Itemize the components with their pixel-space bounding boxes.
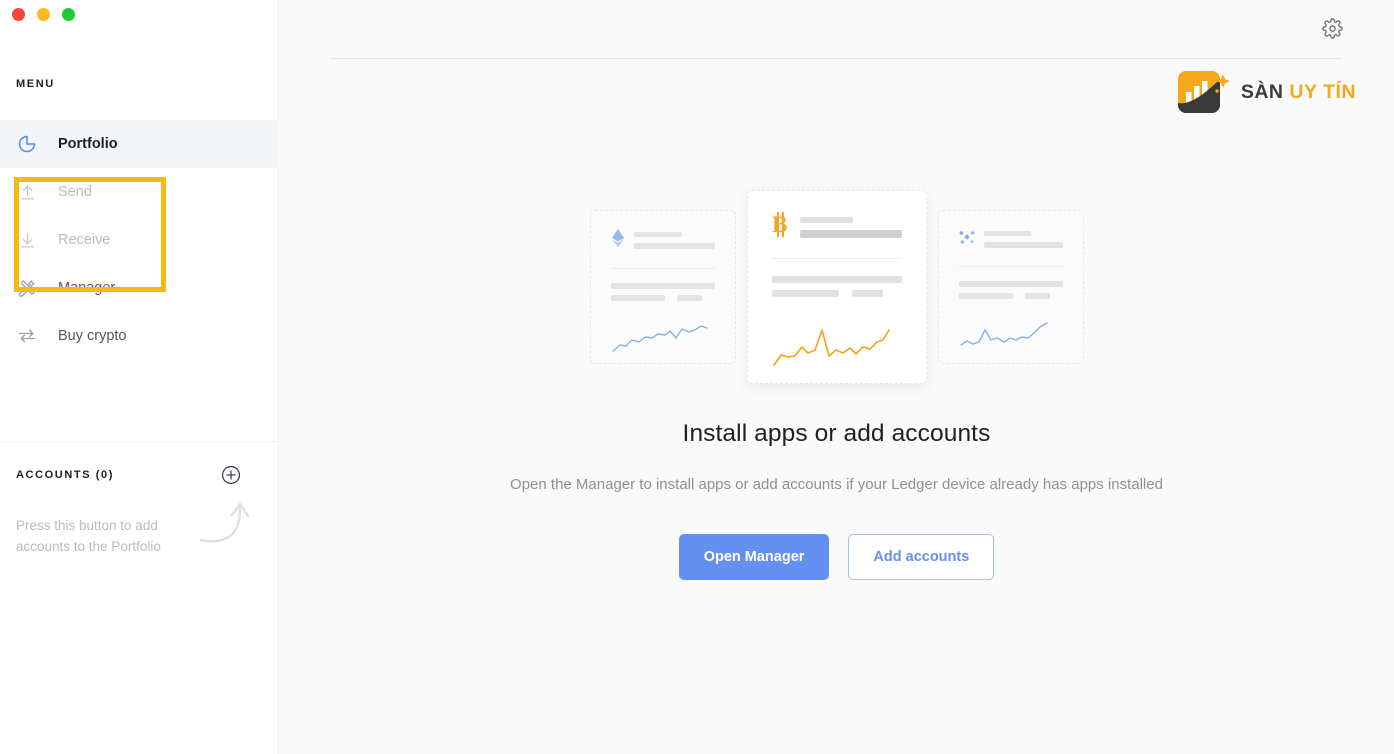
card-skeleton-body (771, 276, 902, 297)
ethereum-icon (611, 229, 625, 252)
brand-text: SÀN UY TÍN (1241, 81, 1356, 104)
plus-circle-icon[interactable] (220, 464, 242, 486)
card-header: B (772, 212, 902, 242)
brand-logo: SÀN UY TÍN (1177, 68, 1356, 116)
placeholder-card-ethereum (589, 210, 736, 364)
upload-arrow-icon (16, 181, 38, 203)
sidebar-divider (0, 441, 279, 442)
exchange-arrows-icon (16, 325, 38, 347)
card-skeleton-body (610, 283, 715, 301)
header-divider (330, 58, 1342, 59)
placeholder-cards: B (279, 190, 1394, 384)
placeholder-card-bitcoin: B (746, 190, 927, 384)
sidebar-item-label: Send (58, 184, 92, 200)
sidebar-item-receive[interactable]: Receive (0, 216, 279, 264)
sidebar: MENU Portfolio Send Receive Manager Buy … (0, 0, 279, 754)
add-accounts-button[interactable]: Add accounts (848, 534, 995, 580)
card-skeleton-body (958, 281, 1063, 299)
card-header (611, 229, 715, 252)
sidebar-item-label: Buy crypto (58, 328, 127, 344)
sidebar-item-label: Receive (58, 232, 111, 248)
page-title: Install apps or add accounts (682, 420, 991, 447)
empty-state-actions: Open Manager Add accounts (279, 534, 1394, 580)
pie-chart-icon (16, 133, 38, 155)
gear-icon[interactable] (1322, 18, 1343, 44)
minimize-button[interactable] (37, 8, 50, 21)
sidebar-item-label: Portfolio (58, 136, 118, 152)
card-header (959, 229, 1063, 250)
accounts-hint-text: Press this button to add accounts to the… (16, 518, 161, 554)
wrench-screwdriver-icon (16, 277, 38, 299)
accounts-label: ACCOUNTS (0) (16, 469, 115, 481)
window-controls (6, 8, 81, 21)
empty-state: Install apps or add accounts Open the Ma… (279, 420, 1394, 580)
sidebar-item-manager[interactable]: Manager (0, 264, 279, 312)
empty-state-description: Open the Manager to install apps or add … (510, 476, 1163, 493)
download-arrow-icon (16, 229, 38, 251)
main-content: SÀN UY TÍN B Install apps or add account… (279, 0, 1394, 754)
sidebar-nav: Portfolio Send Receive Manager Buy crypt… (0, 120, 279, 360)
svg-text:B: B (772, 212, 787, 237)
brand-text-accent: UY TÍN (1289, 80, 1356, 103)
curved-arrow-icon (198, 492, 260, 555)
placeholder-card-cosmos (937, 210, 1084, 364)
card-sparkline (959, 313, 1063, 358)
bar-chart-logo-icon (1177, 68, 1232, 116)
brand-text-primary: SÀN (1240, 80, 1284, 103)
cosmos-atom-icon (959, 229, 975, 250)
sidebar-item-send[interactable]: Send (0, 168, 279, 216)
bitcoin-icon: B (772, 212, 791, 242)
card-divider (958, 266, 1063, 267)
ledger-live-window: MENU Portfolio Send Receive Manager Buy … (0, 0, 1394, 754)
card-skeleton-lines (983, 231, 1063, 248)
card-skeleton-lines (799, 216, 902, 238)
open-manager-button[interactable]: Open Manager (678, 534, 830, 580)
sidebar-item-buy-crypto[interactable]: Buy crypto (0, 312, 279, 360)
sidebar-item-label: Manager (58, 280, 116, 296)
card-sparkline (772, 319, 902, 376)
menu-section-label: MENU (16, 78, 55, 90)
sidebar-item-portfolio[interactable]: Portfolio (0, 120, 279, 168)
card-sparkline (611, 315, 715, 360)
accounts-section-header: ACCOUNTS (0) (16, 464, 263, 486)
close-button[interactable] (12, 8, 25, 21)
maximize-button[interactable] (62, 8, 75, 21)
card-skeleton-lines (633, 232, 715, 249)
card-divider (771, 258, 902, 259)
card-divider (610, 268, 715, 269)
